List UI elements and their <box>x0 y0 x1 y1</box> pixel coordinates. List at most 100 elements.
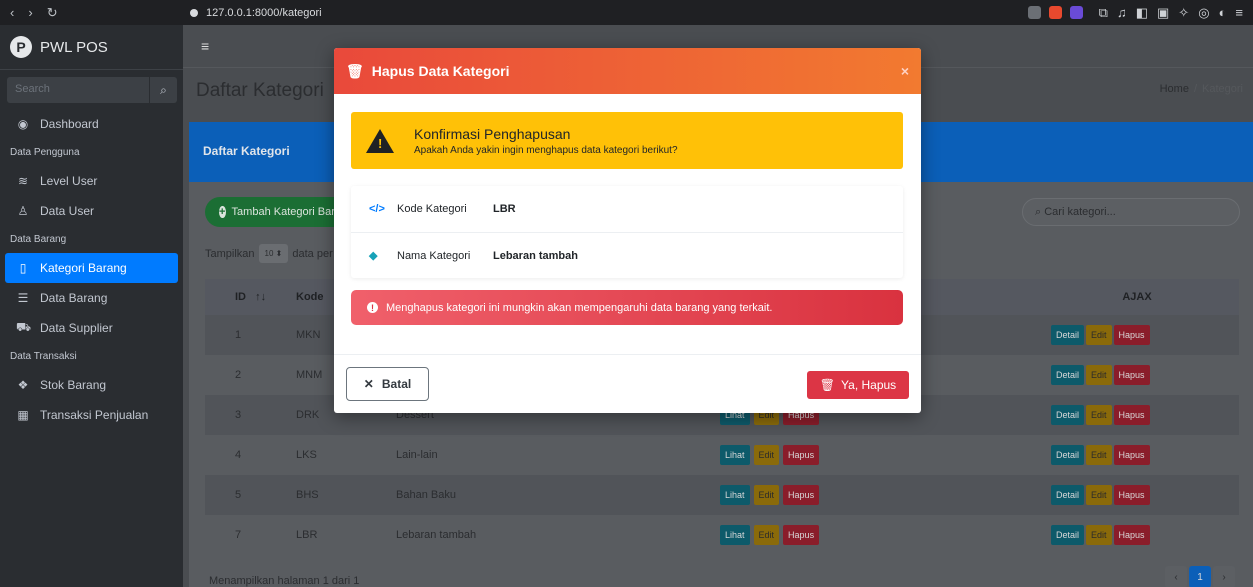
col-id[interactable]: ID ↑↓ <box>205 291 290 303</box>
add-category-button[interactable]: + Tambah Kategori Baru <box>205 197 355 227</box>
sidebar-item-level-user[interactable]: ≋ Level User <box>0 166 183 196</box>
sidebar-item-transaksi-penjualan[interactable]: ▦ Transaksi Penjualan <box>0 400 183 430</box>
delete-button[interactable]: Hapus <box>783 445 820 465</box>
ajax-edit-button[interactable]: Edit <box>1086 365 1112 385</box>
browser-nav: ‹ › ↻ <box>0 5 190 21</box>
ajax-delete-button[interactable]: Hapus <box>1113 485 1150 505</box>
view-button[interactable]: Lihat <box>720 525 750 545</box>
page-length-select[interactable]: 10 ⬍ <box>258 244 289 263</box>
sidebar-item-label: Data Supplier <box>40 321 113 335</box>
page-1[interactable]: 1 <box>1189 566 1211 587</box>
menu-icon[interactable]: ≡ <box>1235 5 1243 21</box>
confirm-delete-button[interactable]: 🗑 Ya, Hapus <box>807 371 909 399</box>
bookmark-icon: ▯ <box>19 261 27 275</box>
warning-title: Konfirmasi Penghapusan <box>414 125 571 142</box>
sidebar-item-dashboard[interactable]: ◉ Dashboard <box>0 109 183 139</box>
leo-icon[interactable]: ✧ <box>1178 5 1189 21</box>
sidebar-search-input[interactable]: Search <box>7 77 149 103</box>
close-icon[interactable]: × <box>901 63 909 79</box>
edit-button[interactable]: Edit <box>753 525 780 545</box>
browser-toolbar: ‹ › ↻ 127.0.0.1:8000/kategori ⧉ ♫ ◧ ▣ ✧ … <box>0 0 1253 25</box>
nama-value: Lebaran tambah <box>493 249 578 262</box>
extensions-icon[interactable]: ⧉ <box>1099 5 1108 21</box>
ajax-edit-button[interactable]: Edit <box>1086 445 1112 465</box>
sidebar-item-data-supplier[interactable]: ⛟ Data Supplier <box>0 313 183 343</box>
site-info-icon[interactable] <box>190 8 198 17</box>
cell-id: 2 <box>235 369 242 381</box>
ajax-detail-button[interactable]: Detail <box>1051 445 1085 465</box>
brand-logo: P <box>10 36 32 58</box>
breadcrumb-home[interactable]: Home <box>1160 83 1189 95</box>
ajax-detail-button[interactable]: Detail <box>1051 325 1085 345</box>
sidebar-item-stok-barang[interactable]: ❖ Stok Barang <box>0 370 183 400</box>
reload-icon[interactable]: ↻ <box>47 5 58 21</box>
page-length-label: Tampilkan <box>205 247 255 260</box>
vpn-icon[interactable]: ◎ <box>1198 5 1209 21</box>
cell-aksi: Lihat Edit Hapus <box>715 525 1035 545</box>
edit-button[interactable]: Edit <box>753 485 780 505</box>
search-icon: ⌕ <box>1035 206 1042 218</box>
cancel-button[interactable]: ✕ Batal <box>346 367 429 401</box>
ajax-delete-button[interactable]: Hapus <box>1113 325 1150 345</box>
next-page-icon[interactable]: › <box>1213 566 1235 587</box>
cell-ajax: Detail Edit Hapus <box>1035 485 1239 505</box>
edit-button[interactable]: Edit <box>753 445 780 465</box>
cell-id: 3 <box>235 409 242 421</box>
cell-id: 5 <box>235 489 242 501</box>
category-search-placeholder: Cari kategori... <box>1044 206 1116 218</box>
prev-page-icon[interactable]: ‹ <box>1165 566 1187 587</box>
rewards-icon[interactable] <box>1069 6 1083 19</box>
delete-button[interactable]: Hapus <box>783 485 820 505</box>
wallet-icon[interactable]: ▣ <box>1157 5 1169 21</box>
sidebar-item-label: Kategori Barang <box>40 261 127 275</box>
delete-button[interactable]: Hapus <box>783 525 820 545</box>
danger-alert: ! Menghapus kategori ini mungkin akan me… <box>351 290 903 325</box>
brave-shield-icon[interactable] <box>1048 6 1062 19</box>
ajax-edit-button[interactable]: Edit <box>1086 485 1112 505</box>
ajax-detail-button[interactable]: Detail <box>1051 485 1085 505</box>
cell-nama: Lain-lain <box>396 449 438 461</box>
ajax-detail-button[interactable]: Detail <box>1051 405 1085 425</box>
ajax-delete-button[interactable]: Hapus <box>1113 365 1150 385</box>
ajax-delete-button[interactable]: Hapus <box>1113 445 1150 465</box>
times-icon: ✕ <box>363 377 374 391</box>
sidebar-toggle-icon[interactable]: ◧ <box>1136 5 1148 21</box>
view-button[interactable]: Lihat <box>720 445 750 465</box>
hamburger-icon[interactable]: ≡ <box>201 38 209 54</box>
sidebar-item-label: Data Barang <box>40 291 108 305</box>
view-button[interactable]: Lihat <box>720 485 750 505</box>
profile-icon[interactable]: ◐ <box>1219 5 1227 21</box>
url-text[interactable]: 127.0.0.1:8000/kategori <box>206 7 322 19</box>
ajax-delete-button[interactable]: Hapus <box>1113 405 1150 425</box>
sidebar-item-data-barang[interactable]: ☰ Data Barang <box>0 283 183 313</box>
user-icon: ♙ <box>17 204 29 218</box>
sidebar-item-kategori-barang[interactable]: ▯ Kategori Barang <box>5 253 178 283</box>
warning-text: Apakah Anda yakin ingin menghapus data k… <box>414 144 678 156</box>
back-icon[interactable]: ‹ <box>10 5 14 21</box>
cell-kode: LKS <box>296 449 317 461</box>
ajax-detail-button[interactable]: Detail <box>1051 365 1085 385</box>
confirm-label: Ya, Hapus <box>841 378 897 392</box>
modal-header: 🗑 Hapus Data Kategori × <box>334 48 921 94</box>
search-icon[interactable]: ⌕ <box>149 77 177 103</box>
sidebar: P PWL POS Search ⌕ ◉ Dashboard Data Penggu… <box>0 25 183 587</box>
share-icon[interactable] <box>1027 6 1041 19</box>
media-icon[interactable]: ♫ <box>1117 5 1127 21</box>
cell-ajax: Detail Edit Hapus <box>1035 325 1239 345</box>
brand[interactable]: P PWL POS <box>0 25 183 70</box>
ajax-edit-button[interactable]: Edit <box>1086 405 1112 425</box>
danger-alert-text: Menghapus kategori ini mungkin akan memp… <box>386 301 773 314</box>
sidebar-item-data-user[interactable]: ♙ Data User <box>0 196 183 226</box>
trash-icon: 🗑 <box>346 62 364 79</box>
ajax-edit-button[interactable]: Edit <box>1086 525 1112 545</box>
category-search-input[interactable]: ⌕ Cari kategori... <box>1022 198 1240 226</box>
forward-icon[interactable]: › <box>28 5 32 21</box>
ajax-detail-button[interactable]: Detail <box>1051 525 1085 545</box>
cell-aksi: Lihat Edit Hapus <box>715 485 1035 505</box>
category-detail: </> Kode Kategori LBR ◆ Nama Kategori Le… <box>351 186 903 278</box>
add-category-label: Tambah Kategori Baru <box>231 206 341 218</box>
ajax-delete-button[interactable]: Hapus <box>1113 525 1150 545</box>
address-bar[interactable]: 127.0.0.1:8000/kategori <box>190 7 1028 19</box>
ajax-edit-button[interactable]: Edit <box>1086 325 1112 345</box>
table-row: 7 LBR Lebaran tambah Lihat Edit Hapus Detail Ed… <box>205 515 1239 555</box>
